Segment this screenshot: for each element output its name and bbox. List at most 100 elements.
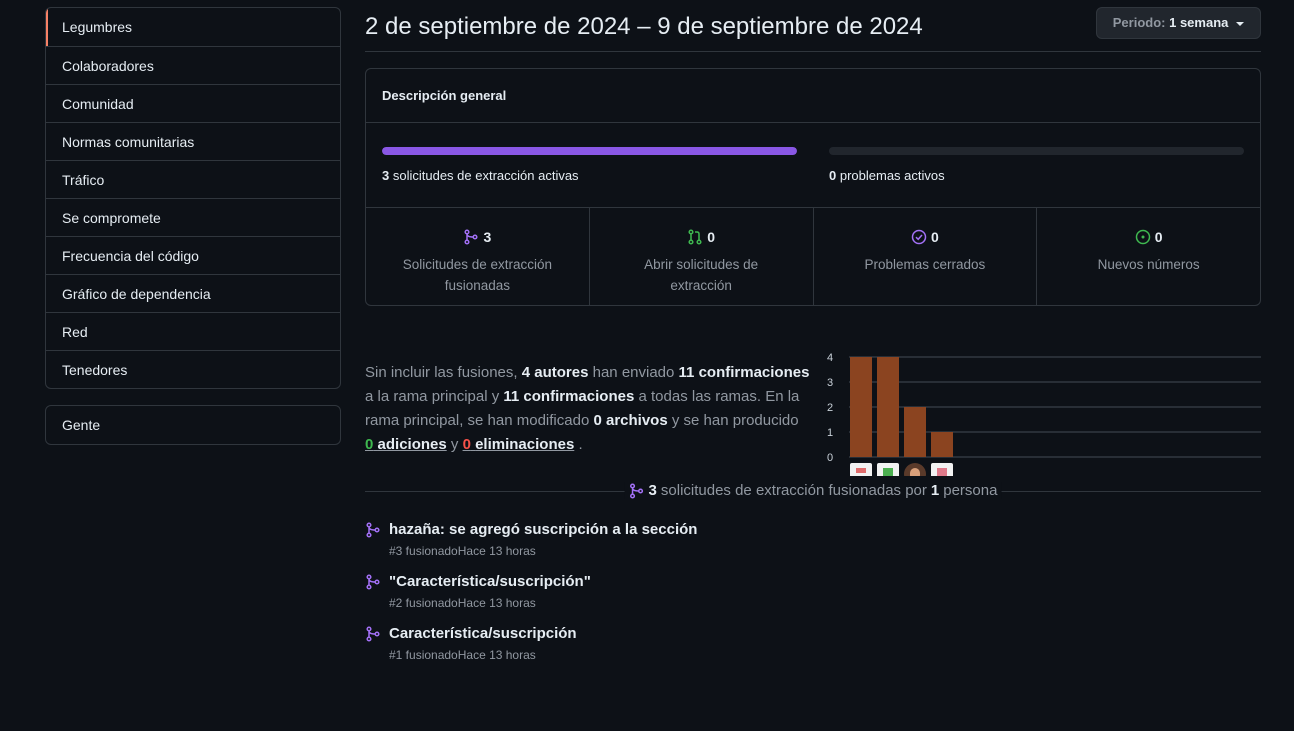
- sidebar-nav: Legumbres Colaboradores Comunidad Normas…: [45, 7, 341, 389]
- pr-meta: #1 fusionadoHace 13 horas: [389, 648, 536, 662]
- stat-new-issues[interactable]: 0 Nuevos números: [1036, 208, 1260, 305]
- overview-bars: 3 solicitudes de extracción activas 0 pr…: [366, 123, 1260, 208]
- chart-y-tick-label: 2: [827, 402, 833, 414]
- overview-stats: 3 Solicitudes de extracción fusionadas 0…: [366, 208, 1260, 305]
- stat-open-prs-label: Abrir solicitudes de extracción: [644, 257, 759, 293]
- summary-text-3: a la rama principal y: [365, 388, 500, 405]
- chart-bar[interactable]: [877, 357, 899, 457]
- pr-title-link[interactable]: "Característica/suscripción": [389, 573, 591, 590]
- additions-link[interactable]: 0 adiciones: [365, 436, 447, 453]
- git-merge-icon: [365, 522, 381, 541]
- chart-y-tick-label: 3: [827, 377, 833, 389]
- pr-title-link[interactable]: Característica/suscripción: [389, 625, 577, 642]
- sidebar-item-forks[interactable]: Tenedores: [46, 350, 340, 388]
- sidebar-item-traffic[interactable]: Tráfico: [46, 160, 340, 198]
- stat-merged-prs-value: 3: [483, 229, 492, 245]
- pr-meta: #2 fusionadoHace 13 horas: [389, 596, 536, 610]
- git-merge-icon: [463, 229, 479, 245]
- chart-bar[interactable]: [904, 407, 926, 457]
- chart-y-tick-label: 0: [827, 452, 833, 464]
- active-pr-column[interactable]: 3 solicitudes de extracción activas: [382, 147, 797, 183]
- period-dropdown-button[interactable]: Periodo: 1 semana: [1095, 7, 1261, 39]
- active-pr-bar-fill: [382, 147, 797, 155]
- issue-opened-icon: [1135, 229, 1151, 245]
- chart-bar[interactable]: [850, 357, 872, 457]
- sidebar-item-commits[interactable]: Se compromete: [46, 198, 340, 236]
- chart-bar[interactable]: [931, 432, 953, 457]
- summary-text-7: .: [578, 436, 583, 453]
- date-range-title: 2 de septiembre de 2024 – 9 de septiembr…: [365, 13, 923, 40]
- git-merge-icon: [629, 482, 645, 499]
- merged-heading-text: 3 solicitudes de extracción fusionadas p…: [624, 482, 1002, 499]
- pr-title-link[interactable]: hazaña: se agregó suscripción a la secci…: [389, 521, 697, 538]
- sidebar-item-pulse[interactable]: Legumbres: [46, 8, 340, 46]
- active-issues-text: 0 problemas activos: [829, 168, 1244, 183]
- summary-files: 0 archivos: [593, 412, 668, 429]
- contributor-avatar[interactable]: [877, 463, 899, 476]
- chart-y-tick-label: 4: [827, 352, 833, 364]
- commit-summary-text: Sin incluir las fusiones, 4 autores han …: [365, 361, 810, 457]
- pr-list-item: "Característica/suscripción" #2 fusionad…: [365, 573, 1261, 625]
- additions-count: 0: [365, 436, 374, 453]
- sidebar-item-contributors[interactable]: Colaboradores: [46, 46, 340, 84]
- contributor-avatar[interactable]: [931, 463, 953, 476]
- git-merge-icon: [365, 574, 381, 593]
- merged-prs-heading: 3 solicitudes de extracción fusionadas p…: [365, 482, 1261, 499]
- active-pr-count: 3: [382, 168, 390, 183]
- sidebar-item-people[interactable]: Gente: [46, 406, 340, 444]
- deletions-link[interactable]: 0 eliminaciones: [463, 436, 575, 453]
- sidebar-item-code-frequency[interactable]: Frecuencia del código: [46, 236, 340, 274]
- active-issues-count: 0: [829, 168, 837, 183]
- overview-title: Descripción general: [366, 69, 1260, 123]
- summary-text-6: y: [450, 436, 459, 453]
- merged-text-2: persona: [943, 482, 998, 499]
- stat-merged-prs[interactable]: 3 Solicitudes de extracción fusionadas: [366, 208, 589, 305]
- contributor-avatar[interactable]: [904, 463, 926, 476]
- caret-down-icon: [1236, 21, 1244, 26]
- issue-closed-icon: [911, 229, 927, 245]
- stat-new-issues-value: 0: [1154, 229, 1163, 245]
- commit-summary-row: Sin incluir las fusiones, 4 autores han …: [365, 306, 1261, 481]
- sidebar: Legumbres Colaboradores Comunidad Normas…: [45, 7, 341, 445]
- period-value: 1 semana: [1169, 15, 1229, 30]
- deletions-word: eliminaciones: [475, 436, 575, 453]
- pr-meta: #3 fusionadoHace 13 horas: [389, 544, 536, 558]
- merged-pr-list: hazaña: se agregó suscripción a la secci…: [365, 521, 1261, 677]
- main-content: 2 de septiembre de 2024 – 9 de septiembr…: [365, 0, 1261, 677]
- sidebar-item-community[interactable]: Comunidad: [46, 84, 340, 122]
- sidebar-item-network[interactable]: Red: [46, 312, 340, 350]
- active-issues-column[interactable]: 0 problemas activos: [829, 147, 1244, 183]
- active-issues-progress-bar: [829, 147, 1244, 155]
- merged-people-count: 1: [930, 482, 940, 499]
- chart-y-tick-label: 1: [827, 427, 833, 439]
- summary-authors: 4 autores: [521, 364, 589, 381]
- summary-commits-all: 11 confirmaciones: [503, 388, 635, 405]
- stat-open-prs[interactable]: 0 Abrir solicitudes de extracción: [588, 208, 813, 305]
- sidebar-item-dependency-graph[interactable]: Gráfico de dependencia: [46, 274, 340, 312]
- stat-closed-issues[interactable]: 0 Problemas cerrados: [812, 208, 1037, 305]
- summary-text-5: y se han producido: [671, 412, 799, 429]
- period-label: Periodo:: [1112, 15, 1166, 30]
- active-pr-progress-bar: [382, 147, 797, 155]
- additions-word: adiciones: [377, 436, 447, 453]
- sidebar-people-group: Gente: [45, 405, 341, 445]
- git-merge-icon: [365, 626, 381, 645]
- active-issues-label: problemas activos: [839, 168, 945, 183]
- merged-count: 3: [648, 482, 657, 499]
- summary-commits-main: 11 confirmaciones: [678, 364, 810, 381]
- contributors-bar-chart: 0 1 2 3 4: [827, 352, 1261, 476]
- stat-closed-issues-value: 0: [930, 229, 939, 245]
- pulse-header: 2 de septiembre de 2024 – 9 de septiembr…: [365, 0, 1261, 52]
- deletions-count: 0: [462, 436, 471, 453]
- sidebar-item-community-standards[interactable]: Normas comunitarias: [46, 122, 340, 160]
- stat-closed-issues-label: Problemas cerrados: [864, 257, 986, 272]
- active-pr-label: solicitudes de extracción activas: [392, 168, 579, 183]
- summary-text-1: Sin incluir las fusiones,: [365, 364, 518, 381]
- contributor-avatar[interactable]: [850, 463, 872, 476]
- active-pr-text: 3 solicitudes de extracción activas: [382, 168, 797, 183]
- overview-box: Descripción general 3 solicitudes de ext…: [365, 68, 1261, 306]
- summary-text-2: han enviado: [592, 364, 675, 381]
- git-pull-request-icon: [687, 229, 703, 245]
- stat-open-prs-value: 0: [707, 229, 716, 245]
- pr-list-item: Característica/suscripción #1 fusionadoH…: [365, 625, 1261, 677]
